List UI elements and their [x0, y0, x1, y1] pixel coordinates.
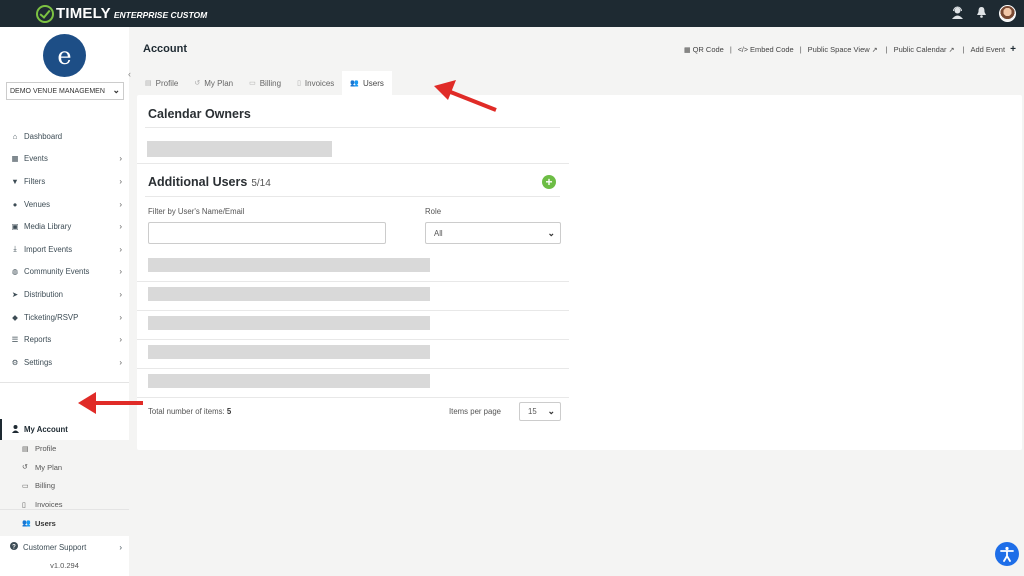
arrow-my-account [78, 392, 143, 414]
annotation-arrows [78, 80, 497, 414]
accessibility-button[interactable] [995, 542, 1019, 566]
arrow-users-tab [434, 80, 497, 112]
